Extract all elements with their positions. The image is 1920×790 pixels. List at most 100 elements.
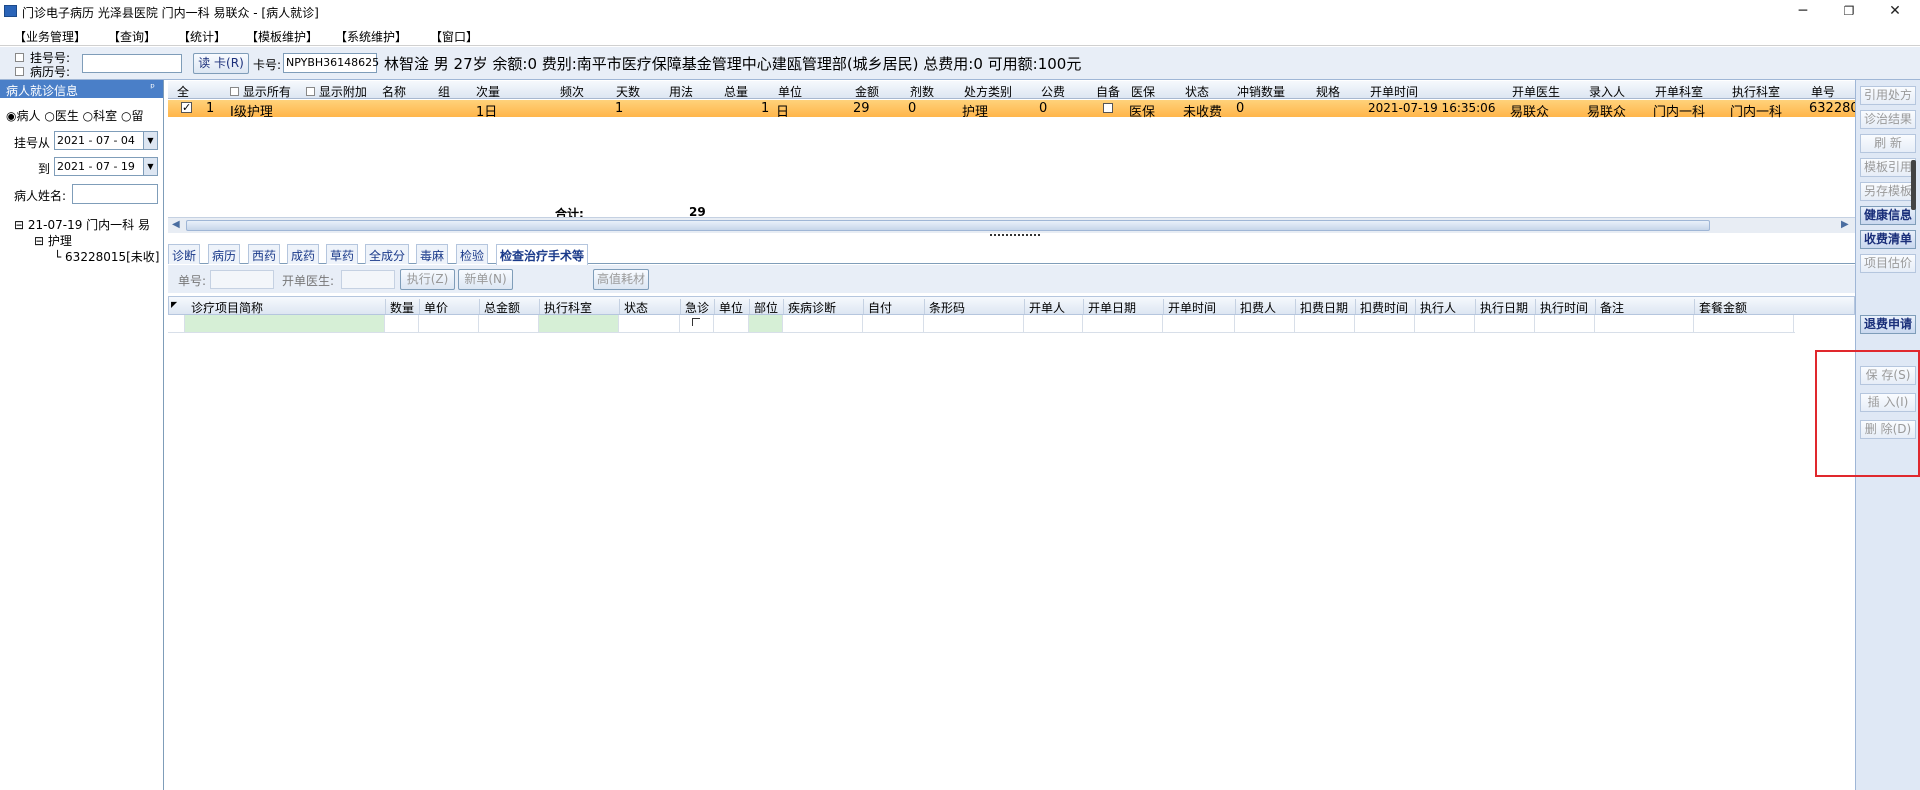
order-time-cell[interactable]: [1162, 315, 1234, 332]
exec-dept-cell[interactable]: [538, 315, 618, 332]
qty-cell[interactable]: [384, 315, 418, 332]
col-body-part: 部位: [749, 299, 778, 315]
tab-case-history[interactable]: 病历: [208, 244, 241, 264]
high-value-supplies-button[interactable]: 高值耗材: [593, 269, 649, 290]
executor-cell[interactable]: [1414, 315, 1474, 332]
tab-lab-test[interactable]: 检验: [456, 244, 489, 264]
horizontal-scrollbar[interactable]: ◀ ▶: [168, 217, 1855, 233]
tab-full-ingredient[interactable]: 全成分: [365, 244, 410, 264]
package-amount-cell[interactable]: [1693, 315, 1794, 332]
col-group: 组: [438, 85, 451, 99]
menu-system[interactable]: 【系统维护】: [335, 28, 407, 45]
pin-icon[interactable]: ᵖ: [150, 81, 155, 94]
radio-patient[interactable]: ◉病人: [6, 109, 41, 123]
emergency-cell[interactable]: [679, 315, 713, 332]
menu-template[interactable]: 【模板维护】: [246, 28, 318, 45]
case-no-checkbox[interactable]: [15, 67, 24, 76]
exec-date-cell[interactable]: [1474, 315, 1534, 332]
cell-reverse-qty: 0: [1236, 101, 1245, 116]
panel-scroll-indicator[interactable]: [1911, 160, 1916, 210]
table-row[interactable]: ✓ 1 Ⅰ级护理 1日 1 1 日 29 0 护理 0 医保 未收费 0 202…: [168, 100, 1859, 120]
splitter-handle[interactable]: [990, 234, 1040, 239]
col-order-date: 开单日期: [1083, 299, 1136, 315]
radio-dept[interactable]: ○科室: [83, 109, 118, 123]
health-info-button[interactable]: 健康信息: [1860, 206, 1916, 225]
tab-western-medicine[interactable]: 西药: [248, 244, 281, 264]
order-doctor-input[interactable]: [341, 270, 395, 289]
refund-request-button[interactable]: 退费申请: [1860, 315, 1916, 334]
radio-doctor[interactable]: ○医生: [44, 109, 79, 123]
diagnosis-cell[interactable]: [782, 315, 862, 332]
barcode-cell[interactable]: [923, 315, 1023, 332]
tab-exam-treatment[interactable]: 检查治疗手术等: [496, 244, 589, 265]
col-exec-date: 执行日期: [1475, 299, 1528, 315]
unit-cell[interactable]: [713, 315, 748, 332]
date-from-picker[interactable]: 2021 - 07 - 04 ▼: [54, 131, 158, 150]
charged-by-cell[interactable]: [1234, 315, 1294, 332]
menu-stats[interactable]: 【统计】: [178, 28, 226, 45]
new-order-button[interactable]: 新单(N): [458, 269, 513, 290]
treatment-result-button[interactable]: 诊治结果: [1860, 110, 1916, 129]
chevron-down-icon[interactable]: ▼: [143, 132, 157, 149]
order-no-input[interactable]: [210, 270, 274, 289]
remarks-cell[interactable]: [1594, 315, 1693, 332]
item-grid-edit-row[interactable]: [168, 315, 1795, 333]
menu-query[interactable]: 【查询】: [108, 28, 156, 45]
item-estimate-button[interactable]: 项目估价: [1860, 254, 1916, 273]
restore-button[interactable]: ❐: [1834, 2, 1864, 20]
order-date-cell[interactable]: [1082, 315, 1162, 332]
menu-window[interactable]: 【窗口】: [430, 28, 478, 45]
scroll-left-icon[interactable]: ◀: [172, 219, 180, 230]
patient-name-input[interactable]: [72, 184, 158, 204]
exec-time-cell[interactable]: [1534, 315, 1594, 332]
scroll-thumb[interactable]: [186, 220, 1710, 231]
total-amount-cell[interactable]: [478, 315, 538, 332]
charge-date-cell[interactable]: [1294, 315, 1354, 332]
cite-prescription-button[interactable]: 引用处方: [1860, 86, 1916, 105]
col-qty: 数量: [385, 299, 414, 315]
radio-stay[interactable]: ○留: [121, 109, 144, 123]
read-card-button[interactable]: 读 卡(R): [193, 53, 249, 74]
status-cell[interactable]: [618, 315, 679, 332]
col-package-amount: 套餐金额: [1694, 299, 1747, 315]
charge-time-cell[interactable]: [1354, 315, 1414, 332]
patient-visit-panel: 病人就诊信息 ᵖ ◉病人 ○医生 ○科室 ○留 挂号从 2021 - 07 - …: [0, 80, 164, 790]
chevron-down-icon[interactable]: ▼: [143, 158, 157, 175]
self-supplied-checkbox[interactable]: [1103, 103, 1113, 113]
show-extra-toggle[interactable]: 显示附加: [306, 83, 367, 100]
row-select-checkbox[interactable]: ✓: [181, 102, 192, 113]
cell-public-fee: 0: [1039, 101, 1048, 116]
minimize-button[interactable]: ─: [1788, 2, 1818, 20]
col-all[interactable]: 全: [177, 83, 189, 100]
self-pay-cell[interactable]: [862, 315, 923, 332]
body-part-cell[interactable]: [748, 315, 782, 332]
panel-title: 病人就诊信息 ᵖ: [0, 80, 163, 98]
col-total: 总量: [724, 85, 749, 99]
menu-business[interactable]: 【业务管理】: [14, 28, 86, 45]
close-button[interactable]: ✕: [1880, 2, 1910, 20]
unit-price-cell[interactable]: [418, 315, 478, 332]
tab-herbal-medicine[interactable]: 草药: [326, 244, 359, 264]
cite-template-button[interactable]: 模板引用: [1860, 158, 1916, 177]
charge-list-button[interactable]: 收费清单: [1860, 230, 1916, 249]
reg-no-checkbox[interactable]: [15, 53, 24, 62]
execute-button[interactable]: 执行(Z): [400, 269, 455, 290]
tab-narcotics[interactable]: 毒麻: [416, 244, 449, 264]
refresh-button[interactable]: 刷 新: [1860, 134, 1916, 153]
tree-leaf[interactable]: └ 63228015[未收]: [54, 248, 160, 265]
card-no-input[interactable]: NPYBH36148625: [283, 53, 379, 73]
show-all-toggle[interactable]: 显示所有: [230, 83, 291, 100]
item-name-cell[interactable]: [184, 315, 384, 332]
tab-patent-medicine[interactable]: 成药: [287, 244, 320, 264]
tab-diagnosis[interactable]: 诊断: [168, 244, 201, 264]
scroll-right-icon[interactable]: ▶: [1841, 219, 1849, 230]
date-to-picker[interactable]: 2021 - 07 - 19 ▼: [54, 157, 158, 176]
reg-no-input[interactable]: [82, 54, 182, 73]
item-grid-header: ◤ 诊疗项目简称 数量 单价 总金额 执行科室 状态 急诊 单位 部位 疾病诊断…: [168, 296, 1855, 315]
emergency-checkbox[interactable]: [692, 318, 700, 326]
ordered-by-cell[interactable]: [1023, 315, 1082, 332]
save-as-template-button[interactable]: 另存模板: [1860, 182, 1916, 201]
col-emergency: 急诊: [680, 299, 709, 315]
tree-root[interactable]: ⊟ 21-07-19 门内一科 易: [14, 216, 150, 233]
tree-child[interactable]: ⊟ 护理: [34, 232, 72, 249]
